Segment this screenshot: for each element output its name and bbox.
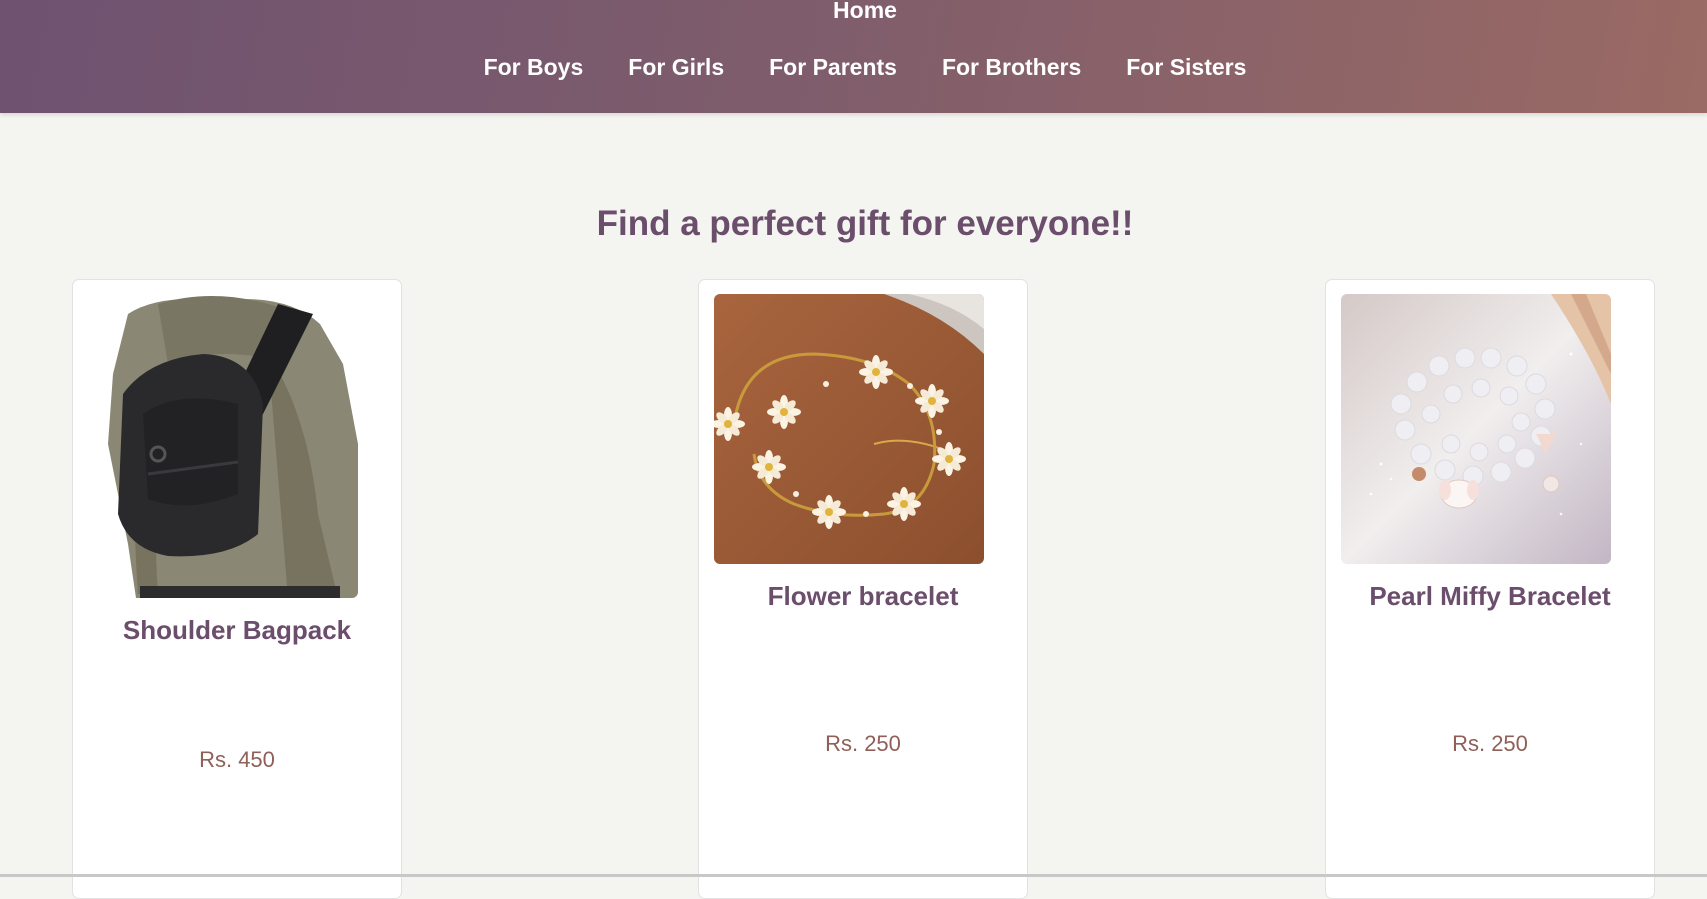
product-name[interactable]: Pearl Miffy Bracelet — [1326, 581, 1654, 612]
backpack-photo-icon[interactable] — [88, 294, 358, 598]
nav-for-parents[interactable]: For Parents — [769, 54, 897, 81]
daisy-bracelet-photo-icon[interactable] — [714, 294, 984, 564]
product-price: Rs. 450 — [199, 747, 275, 772]
nav-for-boys[interactable]: For Boys — [484, 54, 584, 81]
product-card[interactable]: Shoulder Bagpack Rs. 450 — [72, 279, 402, 899]
nav-for-girls[interactable]: For Girls — [628, 54, 724, 81]
category-nav: For Boys For Girls For Parents For Broth… — [0, 54, 1707, 81]
product-price: Rs. 250 — [1452, 731, 1528, 756]
nav-for-sisters[interactable]: For Sisters — [1126, 54, 1246, 81]
site-header: Home For Boys For Girls For Parents For … — [0, 0, 1707, 113]
product-card[interactable]: Pearl Miffy Bracelet Rs. 250 — [1325, 279, 1655, 899]
product-name[interactable]: Shoulder Bagpack — [73, 615, 401, 646]
nav-home-link[interactable]: Home — [0, 0, 1707, 24]
product-name[interactable]: Flower bracelet — [699, 581, 1027, 612]
page-headline: Find a perfect gift for everyone!! — [596, 204, 1134, 243]
pearl-bracelet-photo-icon[interactable] — [1341, 294, 1611, 564]
product-card[interactable]: Flower bracelet Rs. 250 — [698, 279, 1028, 899]
nav-for-brothers[interactable]: For Brothers — [942, 54, 1081, 81]
product-price: Rs. 250 — [825, 731, 901, 756]
